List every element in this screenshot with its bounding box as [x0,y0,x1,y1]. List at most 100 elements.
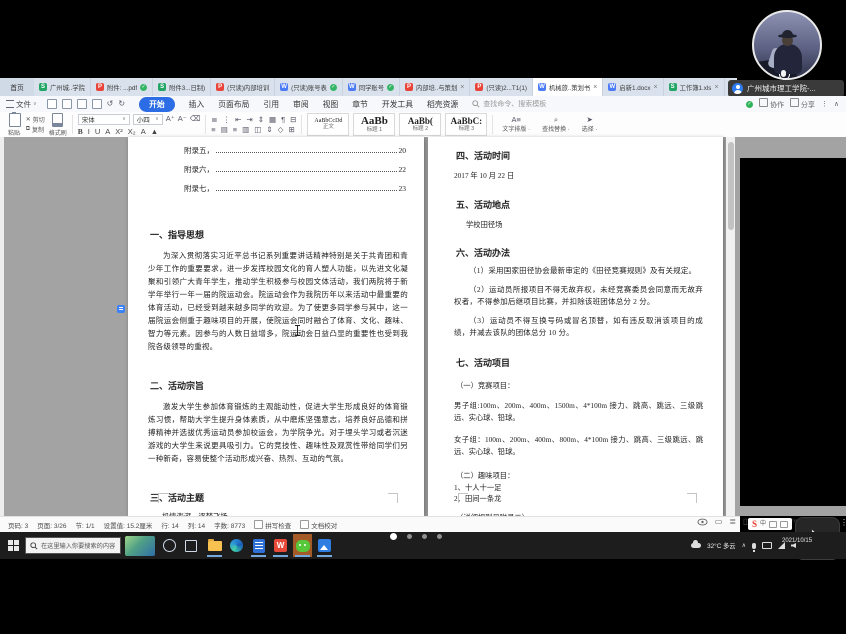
alignment-tool-icon[interactable]: ≡ [233,126,237,134]
ribbon-tab-视图[interactable]: 视图 [323,99,339,110]
document-tab[interactable]: W启新1.docx× [603,78,663,96]
carousel-dot[interactable] [390,533,397,540]
style-preset-标题 2[interactable]: AaBb(标题 2 [399,113,441,136]
font-format-icon[interactable]: B [78,127,83,136]
taskbar-app-edge-browser[interactable] [227,534,246,557]
document-page-left[interactable]: 附录五，20附录六，22附录七，23 一、指导思想为深入贯彻落实习近平总书记系列… [128,137,424,516]
collab-button[interactable]: 协作 [759,98,784,110]
carousel-dot[interactable] [437,534,442,539]
alignment-tool-icon[interactable]: ▥ [242,126,249,134]
paragraph-tool-icon[interactable]: ⇕ [258,116,264,124]
font-format-icon[interactable]: A [141,127,146,136]
hidden-icons-chevron[interactable]: ∧ [742,542,746,549]
comment-marker-icon[interactable] [117,305,125,313]
document-page-right[interactable]: 四、活动时间2017 年 10 月 22 日五、活动地点学校田径场六、活动办法（… [428,137,723,516]
paragraph-tool-icon[interactable]: ¶ [281,116,285,124]
redo-icon[interactable]: ↻ [118,100,125,108]
undo-icon[interactable]: ↺ [107,100,114,108]
font-format-icon[interactable]: A [105,127,110,136]
style-preset-标题 1[interactable]: AaBb标题 1 [353,113,395,136]
alignment-tool-icon[interactable]: ≡ [211,126,215,134]
font-name-select[interactable]: 宋体∨ [78,114,130,125]
font-format-icon[interactable]: U [95,127,100,136]
alignment-tool-icon[interactable]: ⇕ [266,126,272,134]
carousel-dot[interactable] [422,534,427,539]
paragraph-tool-icon[interactable]: ⋮ [223,116,231,124]
more-options-icon[interactable]: ⋮ [821,100,828,108]
scrollbar-thumb[interactable] [728,142,734,230]
document-tab[interactable]: S附件3...日制) [153,78,211,96]
news-weather-widget[interactable] [125,536,155,556]
alignment-tool-icon[interactable]: ▤ [221,126,228,134]
grow-font-icon[interactable]: A⁺ [166,115,175,123]
document-tab[interactable]: P内部培..与策划× [400,78,470,96]
taskbar-app-wechat[interactable] [293,534,312,557]
paragraph-tool-icon[interactable]: ⇤ [235,116,241,124]
weather-text[interactable]: 32°C 多云 [707,541,735,550]
tray-more-icon[interactable]: ⋮ [840,519,846,527]
carousel-dot[interactable] [407,534,412,539]
print-preview-icon[interactable] [92,99,102,109]
alignment-tool-icon[interactable]: ◇ [278,126,284,134]
alignment-tool-icon[interactable]: ◫ [254,126,261,134]
taskbar-app-blue-document-app[interactable] [249,534,268,557]
cut-button[interactable]: ✕剪切 [26,115,45,124]
input-mode-label[interactable]: 中 [760,521,766,527]
ribbon-tool-文字排版[interactable]: A≡文字排版 · [502,116,530,134]
taskbar-app-photos-app[interactable] [315,534,334,557]
document-tab[interactable]: P(只读)内部培训 [211,78,275,96]
format-painter-button[interactable]: 格式刷 [49,113,67,137]
shrink-font-icon[interactable]: A⁻ [178,115,187,123]
paragraph-tool-icon[interactable]: ▦ [269,116,276,124]
clear-format-icon[interactable]: ⌫ [190,115,201,123]
taskbar-app-file-explorer[interactable] [205,534,224,557]
task-view-icon[interactable] [185,540,197,552]
ribbon-tab-插入[interactable]: 插入 [189,99,205,110]
ribbon-tool-查找替换[interactable]: ⌕查找替换 · [542,116,570,134]
style-preset-标题 3[interactable]: AaBbC:标题 3 [445,113,487,136]
ribbon-tab-章节[interactable]: 章节 [352,99,368,110]
font-format-icon[interactable]: ▲ [151,127,158,136]
outline-view-icon[interactable]: ≣ [729,517,736,526]
style-preset-正文[interactable]: AaBbCcDd正文 [307,113,349,136]
home-tab[interactable]: 首页 [0,78,34,96]
input-method-bar[interactable]: S 中 [748,518,792,530]
ribbon-tab-审阅[interactable]: 审阅 [293,99,309,110]
ribbon-tab-页面布局[interactable]: 页面布局 [218,99,249,110]
document-tab[interactable]: P(只读)2...T1(1) [470,78,533,96]
cortana-icon[interactable] [163,539,176,552]
share-button[interactable]: 分享 [790,98,815,110]
taskbar-search-box[interactable]: 在这里输入你要搜索的内容 [25,537,121,554]
toc-entry[interactable]: 附录六，22 [184,164,406,183]
save-icon[interactable] [47,99,57,109]
paste-button[interactable]: 粘贴· [8,113,22,137]
start-button[interactable] [4,535,22,557]
font-size-select[interactable]: 小四∨ [133,114,163,125]
toolbox-icon[interactable] [780,521,788,528]
document-tab[interactable]: W(只读)账号表✓ [275,78,343,96]
tab-close-icon[interactable]: × [654,84,658,91]
tab-close-icon[interactable]: × [714,84,718,91]
export-pdf-icon[interactable] [62,99,72,109]
paragraph-tool-icon[interactable]: ⇥ [246,116,252,124]
taskbar-app-wps-office[interactable]: W [271,534,290,557]
spell-check-toggle[interactable]: 拼写检查 [254,520,291,530]
command-search[interactable]: 查找命令、搜索模板 [472,99,546,109]
ribbon-tab-开发工具[interactable]: 开发工具 [382,99,413,110]
keyboard-icon[interactable] [769,521,777,528]
toc-entry[interactable]: 附录七，23 [184,183,406,202]
mic-tray-icon[interactable] [752,543,756,549]
tab-close-icon[interactable]: × [460,84,464,91]
eye-protection-icon[interactable] [697,518,708,526]
document-tab[interactable]: P附件: ...pdf✓ [91,78,153,96]
ribbon-tool-选择[interactable]: ➤选择 · [582,116,598,134]
tab-close-icon[interactable]: × [593,84,597,91]
ribbon-tab-引用[interactable]: 引用 [263,99,279,110]
paragraph-tool-icon[interactable]: ⊟ [290,116,296,124]
document-tab[interactable]: W同学账号✓ [343,78,400,96]
print-icon[interactable] [77,99,87,109]
document-tab[interactable]: S工作簿1.xls× [664,78,725,96]
ribbon-tab-稻壳资源[interactable]: 稻壳资源 [427,99,458,110]
copy-button[interactable]: ⧉复制 [26,125,44,134]
font-format-icon[interactable]: X₂ [128,127,136,136]
